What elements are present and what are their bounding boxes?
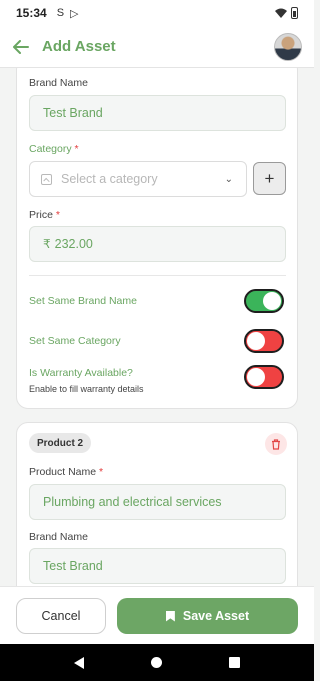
- image-icon: [41, 173, 52, 185]
- sim-icon: S: [56, 7, 65, 19]
- toggle-knob: [247, 332, 265, 350]
- nav-recents-icon[interactable]: [229, 657, 241, 668]
- product-card-2: Product 2 Product Name * Plumbing and el…: [16, 422, 298, 586]
- bookmark-icon: [165, 610, 175, 622]
- status-time: 15:34: [16, 6, 47, 20]
- price-label: Price *: [29, 209, 60, 221]
- plus-icon: +: [264, 168, 275, 188]
- category-placeholder: Select a category: [61, 172, 158, 186]
- delete-product-button[interactable]: [265, 433, 287, 455]
- back-arrow-icon[interactable]: [12, 38, 30, 56]
- nav-home-icon[interactable]: [150, 657, 162, 668]
- product-card-1: Brand Name Test Brand Category * Select …: [16, 68, 298, 409]
- cancel-button[interactable]: Cancel: [16, 598, 106, 634]
- set-same-category-toggle[interactable]: [244, 329, 284, 353]
- save-asset-button[interactable]: Save Asset: [117, 598, 298, 634]
- page-title: Add Asset: [42, 38, 116, 55]
- product-name-input[interactable]: Plumbing and electrical services: [29, 484, 286, 520]
- divider: [29, 275, 286, 276]
- action-bar: Cancel Save Asset: [0, 586, 314, 644]
- product-name-value: Plumbing and electrical services: [43, 495, 222, 509]
- trash-icon: [272, 438, 280, 450]
- brand-name-input[interactable]: Test Brand: [29, 95, 286, 131]
- play-store-icon: ▷: [70, 7, 79, 20]
- app-bar: Add Asset: [0, 26, 314, 68]
- form-scroll-area[interactable]: Brand Name Test Brand Category * Select …: [0, 68, 314, 586]
- save-asset-label: Save Asset: [182, 609, 250, 623]
- category-select[interactable]: Select a category ⌄: [29, 161, 247, 197]
- price-value: 232.00: [54, 237, 93, 251]
- wifi-icon: [275, 8, 287, 18]
- brand-name-label-2: Brand Name: [29, 531, 88, 543]
- toggle-knob: [263, 292, 281, 310]
- warranty-toggle[interactable]: [244, 365, 284, 389]
- system-nav-bar: [0, 644, 314, 681]
- warranty-sublabel: Enable to fill warranty details: [29, 384, 144, 394]
- category-label: Category *: [29, 143, 79, 155]
- brand-name-value-2: Test Brand: [43, 559, 103, 573]
- brand-name-input-2[interactable]: Test Brand: [29, 548, 286, 584]
- warranty-label: Is Warranty Available?: [29, 367, 133, 379]
- set-same-brand-label: Set Same Brand Name: [29, 295, 137, 307]
- add-category-button[interactable]: +: [253, 162, 286, 195]
- brand-name-value: Test Brand: [43, 106, 103, 120]
- brand-name-label: Brand Name: [29, 77, 88, 89]
- status-bar: 15:34 S ▷: [0, 0, 314, 26]
- chevron-down-icon: ⌄: [224, 173, 233, 185]
- price-input[interactable]: ₹ 232.00: [29, 226, 286, 262]
- avatar[interactable]: [274, 32, 302, 61]
- product-badge: Product 2: [29, 433, 92, 453]
- product-name-label: Product Name *: [29, 466, 104, 478]
- set-same-brand-toggle[interactable]: [244, 289, 284, 313]
- nav-back-icon[interactable]: [73, 656, 84, 669]
- set-same-category-label: Set Same Category: [29, 335, 121, 347]
- rupee-icon: ₹: [43, 237, 51, 251]
- toggle-knob: [247, 368, 265, 386]
- battery-icon: [291, 7, 298, 19]
